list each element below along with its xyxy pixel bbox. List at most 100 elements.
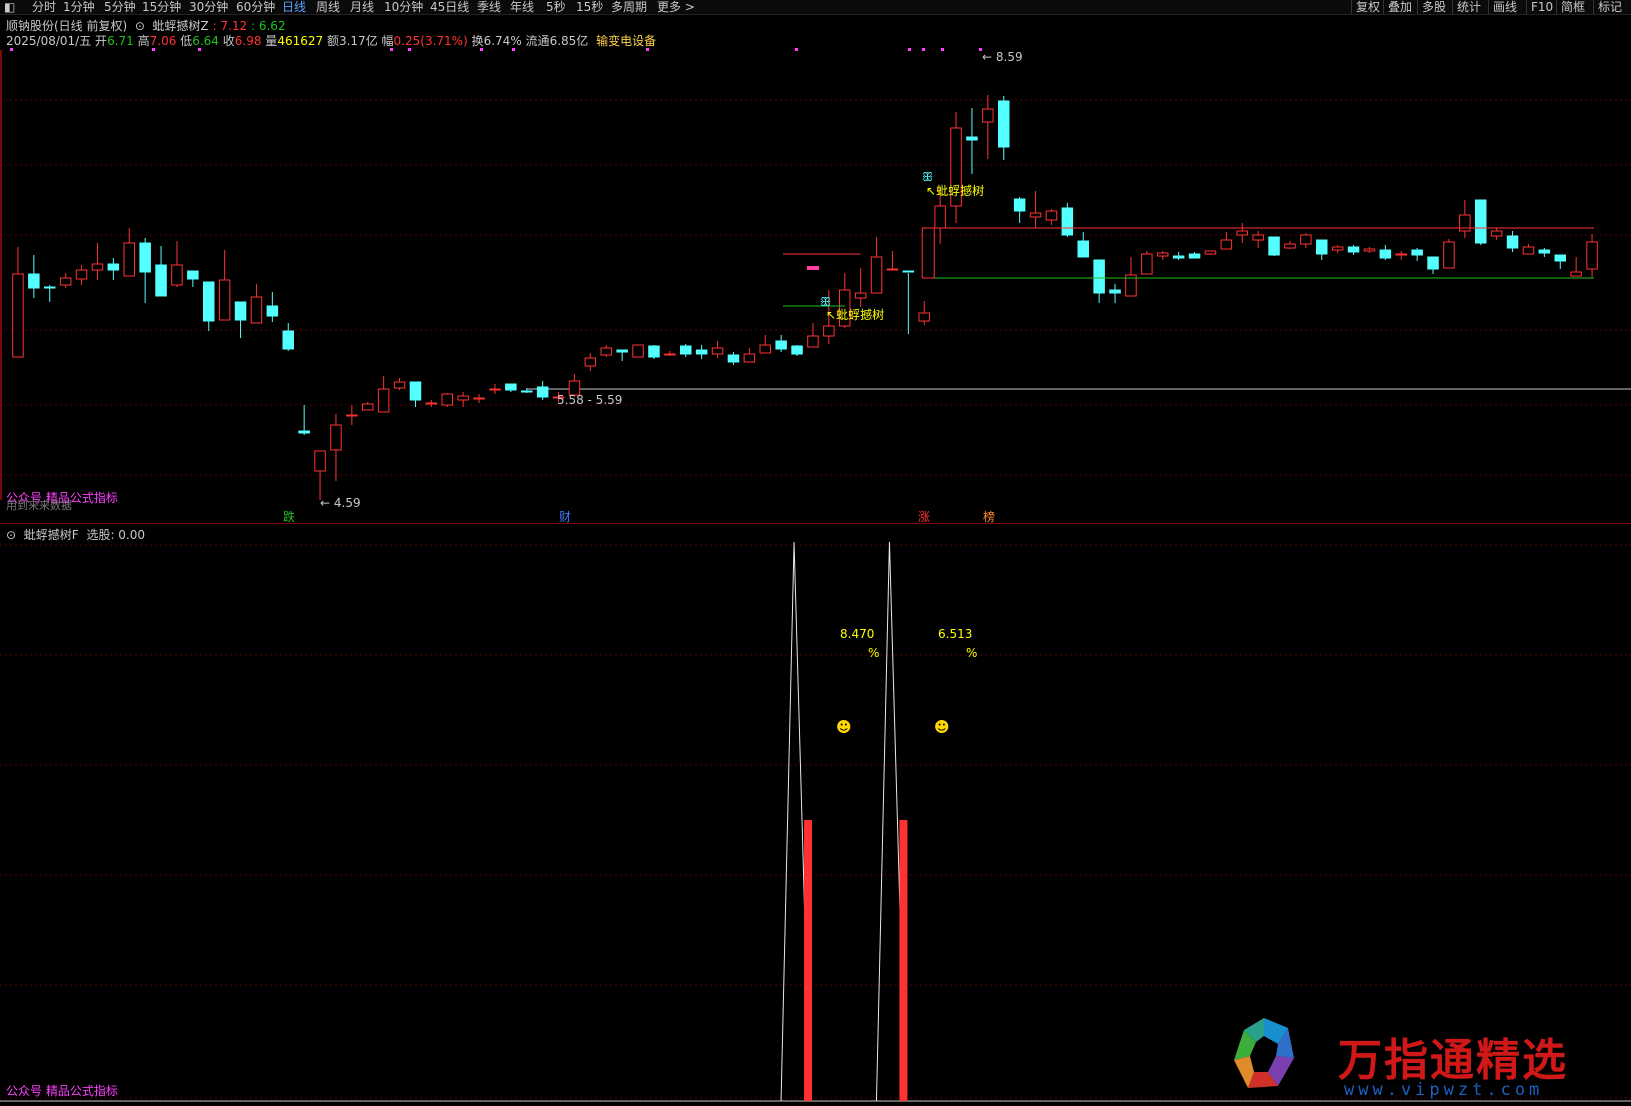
candle-body	[521, 390, 533, 393]
peak-pct-sign-1: %	[868, 646, 880, 660]
low-price-label: ← 4.59	[320, 496, 361, 510]
signal-dot	[198, 48, 201, 51]
candle-body	[44, 286, 56, 289]
candle-body	[1554, 254, 1566, 262]
candle-body	[1252, 234, 1264, 241]
candle-body	[234, 301, 247, 321]
low-price-value: 4.59	[333, 496, 361, 510]
select-value: 选股: 0.00	[86, 528, 146, 542]
sub-indicator-header: ⊙ 蚍蜉撼树F 选股: 0.00	[6, 526, 145, 543]
butterfly-icon: ꕥ	[922, 170, 934, 184]
candle-body	[902, 270, 915, 273]
brand-name: 万指通精选	[1338, 1035, 1568, 1086]
candle-body	[791, 345, 803, 355]
signal-label-1: ↖蚍蜉撼树	[926, 184, 985, 198]
candle-body	[377, 388, 390, 413]
candle-body	[473, 397, 485, 400]
candle-body	[1395, 253, 1407, 256]
brand-url[interactable]: www.vipwzt.com	[1344, 1080, 1543, 1100]
candle-body	[1459, 214, 1471, 232]
candle-body	[91, 263, 104, 271]
peak-pct-sign-2: %	[966, 646, 978, 660]
candle-body	[1427, 256, 1439, 270]
candle-body	[1236, 230, 1248, 236]
candle-body	[711, 347, 724, 355]
candle-body	[282, 330, 294, 350]
candle-body	[1013, 198, 1026, 212]
signal-dot	[941, 48, 944, 51]
candle-body	[1538, 249, 1551, 254]
signal-marker	[806, 266, 819, 270]
candle-body	[1093, 259, 1105, 294]
candle-body	[425, 402, 438, 405]
candle-body	[107, 263, 120, 271]
candle-body	[171, 264, 183, 286]
candle-body	[886, 268, 899, 271]
candle-body	[1363, 248, 1376, 252]
candle-body	[1284, 243, 1296, 249]
brand-logo-icon	[1234, 1018, 1294, 1088]
candle-body	[982, 108, 994, 123]
peak-pct-1: 8.470	[840, 627, 875, 641]
candle-body	[823, 325, 835, 337]
candle-body	[1061, 207, 1074, 236]
candle-body	[1172, 255, 1185, 259]
signal-dot	[512, 48, 515, 51]
candle-body	[1188, 253, 1201, 259]
candle-body	[998, 100, 1010, 148]
candle-body	[59, 277, 72, 286]
candle-body	[934, 205, 946, 229]
candle-body	[1379, 249, 1392, 259]
candle-body	[346, 414, 358, 417]
candle-body	[1490, 230, 1503, 237]
signal-dot	[10, 48, 13, 51]
candle-body	[1300, 234, 1312, 245]
candle-body	[12, 273, 24, 358]
candle-body	[664, 353, 676, 356]
candle-body	[1316, 239, 1328, 255]
candle-body	[1029, 212, 1042, 218]
candle-body	[250, 296, 263, 324]
candle-body	[775, 340, 787, 350]
candle-body	[632, 344, 644, 358]
candle-body	[457, 395, 469, 401]
candle-body	[1268, 236, 1280, 256]
candle-body	[743, 353, 756, 363]
candle-body	[680, 345, 692, 355]
candle-body	[1157, 252, 1169, 257]
candle-body	[648, 345, 660, 358]
candle-body	[807, 335, 819, 348]
candle-body	[616, 349, 628, 353]
sub-indicator-toggle-icon[interactable]: ⊙	[6, 528, 20, 542]
signal-dot	[408, 48, 411, 51]
smiley-icon: ☻	[934, 718, 950, 736]
signal-dot	[908, 48, 911, 51]
sub-indicator-name[interactable]: 蚍蜉撼树F	[24, 528, 79, 542]
peak-bar	[899, 820, 908, 1101]
candle-body	[1220, 239, 1233, 250]
candle-body	[727, 354, 740, 363]
panel-divider	[0, 523, 1631, 524]
watermark-main-2: 用到来来数据	[6, 499, 72, 512]
kline-chart[interactable]	[0, 0, 1631, 1106]
smiley-icon: ☻	[836, 718, 852, 736]
candle-body	[139, 242, 151, 273]
high-price-label: ← 8.59	[982, 50, 1023, 64]
candle-body	[1045, 210, 1058, 221]
candle-body	[1522, 246, 1535, 255]
high-price-value: 8.59	[995, 50, 1023, 64]
candle-body	[187, 270, 199, 280]
candle-body	[870, 256, 883, 294]
signal-dot	[922, 48, 925, 51]
candle-body	[695, 349, 708, 355]
candle-body	[1443, 241, 1455, 269]
candle-body	[298, 430, 310, 434]
signal-label-2: ↖蚍蜉撼树	[826, 308, 885, 322]
signal-dot	[795, 48, 798, 51]
candle-body	[123, 242, 135, 277]
signal-text-1: 蚍蜉撼树	[936, 184, 985, 198]
candle-body	[1411, 249, 1423, 256]
watermark-sub: 公众号 精品公式指标	[6, 1084, 118, 1098]
candle-body	[155, 264, 167, 297]
peak-pct-2: 6.513	[938, 627, 973, 641]
